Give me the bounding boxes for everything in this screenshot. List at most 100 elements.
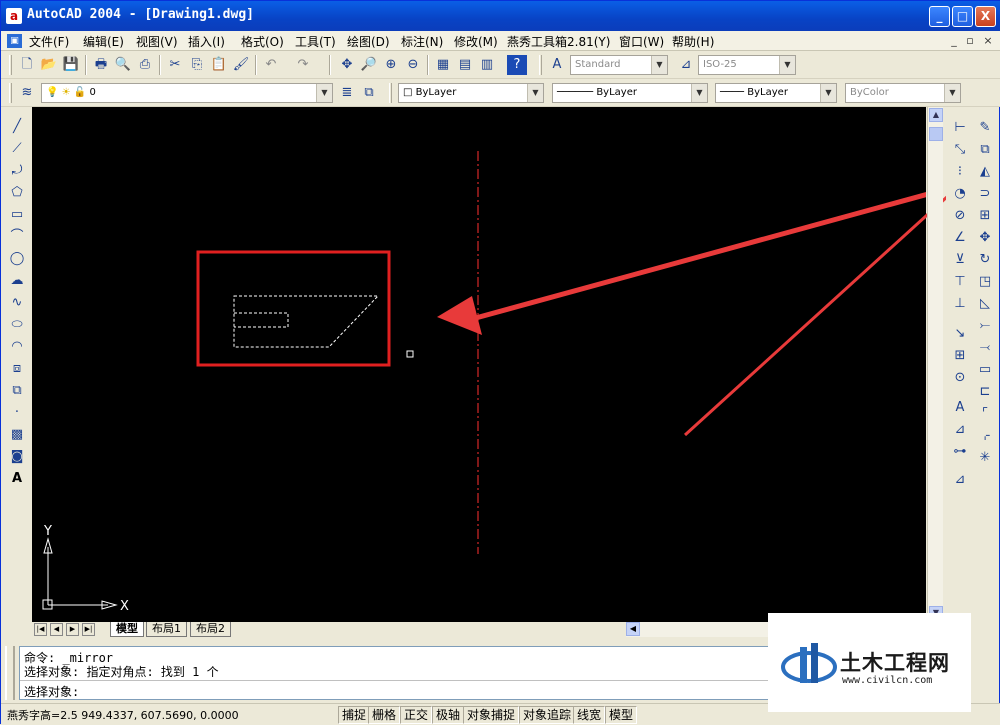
tab-layout2[interactable]: 布局2 [190,622,231,637]
explode-icon[interactable]: ✳ [975,448,995,468]
dimension-style-icon[interactable]: ⊿ [676,55,696,75]
command-window-grip[interactable] [5,646,15,700]
menu-modify[interactable]: 修改(M) [454,33,498,50]
grid-toggle[interactable]: 栅格 [368,706,401,724]
fillet-icon[interactable]: ⌌ [975,426,995,446]
center-mark-icon[interactable]: ⊙ [950,368,970,388]
menu-tools[interactable]: 工具(T) [295,33,336,50]
redo-icon[interactable]: ↷ [293,55,313,75]
mdi-restore-button[interactable]: ▫ [963,34,977,48]
make-block-icon[interactable]: ⧉ [7,381,27,401]
continue-dimension-icon[interactable]: ⊥ [950,294,970,314]
document-icon[interactable]: ▣ [7,34,22,48]
mdi-minimize-button[interactable]: _ [947,34,961,48]
tolerance-icon[interactable]: ⊞ [950,346,970,366]
ellipse-icon[interactable]: ⬭ [7,315,27,335]
cut-icon[interactable]: ✂ [165,55,185,75]
chevron-down-icon[interactable]: ▼ [527,84,543,102]
quick-leader-icon[interactable]: ↘ [950,324,970,344]
hatch-icon[interactable]: ▩ [7,425,27,445]
print-preview-icon[interactable]: 🔍 [113,55,133,75]
scroll-up-icon[interactable]: ▲ [929,108,943,122]
toolbar-grip[interactable] [9,83,12,103]
next-tab-icon[interactable]: ▶ [66,623,79,636]
line-icon[interactable]: ╱ [7,117,27,137]
chevron-down-icon[interactable]: ▼ [651,56,667,74]
paste-icon[interactable]: 📋 [209,55,229,75]
maximize-button[interactable]: □ [952,6,973,27]
insert-block-icon[interactable]: ⧈ [7,359,27,379]
move-icon[interactable]: ✥ [975,228,995,248]
design-center-icon[interactable]: ▤ [455,55,475,75]
chevron-down-icon[interactable]: ▼ [820,84,836,102]
dimension-edit-icon[interactable]: A [950,398,970,418]
zoom-previous-icon[interactable]: ⊖ [403,55,423,75]
ellipse-arc-icon[interactable]: ◠ [7,337,27,357]
selected-shape-slot[interactable] [234,312,289,328]
toolbar-grip[interactable] [539,55,542,75]
rectangle-icon[interactable]: ▭ [7,205,27,225]
scale-icon[interactable]: ◳ [975,272,995,292]
menu-format[interactable]: 格式(O) [241,33,284,50]
zoom-window-icon[interactable]: ⊕ [381,55,401,75]
vertical-scrollbar[interactable]: ▲ ▼ [927,107,943,622]
drawing-canvas[interactable]: Y X [32,107,926,622]
pan-realtime-icon[interactable]: ✥ [337,55,357,75]
polyline-icon[interactable]: ⤾ [7,161,27,181]
make-object-layer-current-icon[interactable]: ≣ [337,83,357,103]
dimension-style-manager-icon[interactable]: ⊿ [950,470,970,490]
array-icon[interactable]: ⊞ [975,206,995,226]
tab-layout1[interactable]: 布局1 [146,622,187,637]
prev-tab-icon[interactable]: ◀ [50,623,63,636]
tool-palettes-icon[interactable]: ▥ [477,55,497,75]
break-icon[interactable]: ⊏ [975,382,995,402]
ordinate-dimension-icon[interactable]: ⁝ [950,162,970,182]
construction-line-icon[interactable]: ⟋ [7,139,27,159]
menu-yanxiu-toolbox[interactable]: 燕秀工具箱2.81(Y) [507,33,610,50]
menu-view[interactable]: 视图(V) [136,33,178,50]
toolbar-grip[interactable] [9,55,12,75]
point-icon[interactable]: · [7,403,27,423]
chevron-down-icon[interactable]: ▼ [691,84,707,102]
aligned-dimension-icon[interactable]: ⤡ [950,140,970,160]
arc-icon[interactable]: ⌒ [7,227,27,247]
selected-shape-outline[interactable] [233,295,380,348]
mdi-close-button[interactable]: × [981,34,995,48]
text-style-icon[interactable]: A [547,55,567,75]
undo-icon[interactable]: ↶ [261,55,281,75]
save-icon[interactable]: 💾 [61,55,81,75]
title-bar[interactable]: a AutoCAD 2004 - [Drawing1.dwg] _ □ X [1,1,1000,31]
trim-icon[interactable]: ⤚ [975,316,995,336]
break-at-point-icon[interactable]: ▭ [975,360,995,380]
ortho-toggle[interactable]: 正交 [400,706,433,724]
minimize-button[interactable]: _ [929,6,950,27]
diameter-dimension-icon[interactable]: ⊘ [950,206,970,226]
menu-edit[interactable]: 编辑(E) [83,33,124,50]
scroll-left-icon[interactable]: ◀ [626,622,640,636]
layer-select[interactable]: 💡 ☀ 🔓 0 ▼ [41,83,333,103]
dimension-text-edit-icon[interactable]: ⊿ [950,420,970,440]
snap-toggle[interactable]: 捕捉 [338,706,371,724]
toolbar-grip[interactable] [389,83,392,103]
open-folder-icon[interactable]: 📂 [39,55,59,75]
extend-icon[interactable]: ⤙ [975,338,995,358]
autocad-app-icon[interactable]: a [6,8,22,24]
menu-window[interactable]: 窗口(W) [619,33,664,50]
stretch-icon[interactable]: ◺ [975,294,995,314]
osnap-toggle[interactable]: 对象捕捉 [463,706,520,724]
print-icon[interactable]: 🖶 [91,55,111,75]
new-file-icon[interactable]: 🗋 [17,55,37,75]
offset-icon[interactable]: ⊃ [975,184,995,204]
coordinate-readout[interactable]: 燕秀字高=2.5 949.4337, 607.5690, 0.0000 [7,707,239,723]
close-button[interactable]: X [975,6,996,27]
properties-icon[interactable]: ▦ [433,55,453,75]
copy-icon[interactable]: ⎘ [187,55,207,75]
chevron-down-icon[interactable]: ▼ [779,56,795,74]
match-properties-icon[interactable]: 🖌 [231,55,251,75]
lineweight-control-select[interactable]: ──── ByLayer ▼ [715,83,837,103]
mirror-icon[interactable]: ◭ [975,162,995,182]
tab-model[interactable]: 模型 [110,622,144,637]
menu-dimension[interactable]: 标注(N) [401,33,443,50]
command-prompt[interactable]: 选择对象: [24,683,79,700]
polar-toggle[interactable]: 极轴 [432,706,465,724]
